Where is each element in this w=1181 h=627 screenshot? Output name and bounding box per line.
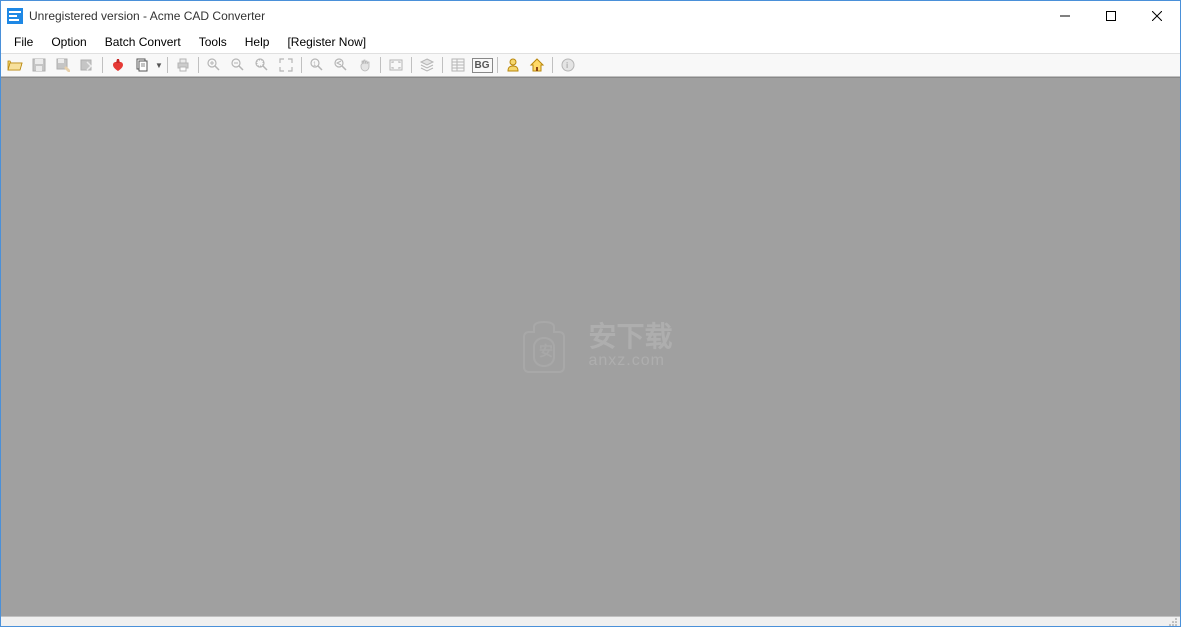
print-icon <box>175 57 191 73</box>
properties-button[interactable] <box>447 55 469 75</box>
print-button[interactable] <box>172 55 194 75</box>
menu-register-now[interactable]: [Register Now] <box>278 33 375 51</box>
resize-grip[interactable] <box>1166 617 1178 627</box>
full-screen-icon <box>388 57 404 73</box>
export-icon <box>79 57 95 73</box>
zoom-real-icon: 1 <box>309 57 325 73</box>
svg-text:i: i <box>566 61 568 70</box>
background-button[interactable]: BG <box>471 55 493 75</box>
zoom-out-button[interactable] <box>227 55 249 75</box>
pan-icon <box>357 57 373 73</box>
watermark-en: anxz.com <box>588 351 672 370</box>
zoom-window-icon <box>254 57 270 73</box>
menu-file[interactable]: File <box>5 33 42 51</box>
zoom-previous-icon <box>333 57 349 73</box>
help-icon: i <box>560 57 576 73</box>
full-screen-button[interactable] <box>385 55 407 75</box>
window-title: Unregistered version - Acme CAD Converte… <box>29 9 265 23</box>
statusbar <box>1 616 1180 626</box>
dropdown-arrow-icon[interactable]: ▼ <box>154 61 164 70</box>
zoom-in-button[interactable] <box>203 55 225 75</box>
home-icon <box>529 57 545 73</box>
open-icon <box>7 57 23 73</box>
watermark: 安 安下载 anxz.com <box>508 312 672 382</box>
pan-button[interactable] <box>354 55 376 75</box>
background-label: BG <box>472 58 493 73</box>
pdf-icon <box>110 57 126 73</box>
menu-batch-convert[interactable]: Batch Convert <box>96 33 190 51</box>
save-icon <box>31 57 47 73</box>
user-icon <box>505 57 521 73</box>
home-button[interactable] <box>526 55 548 75</box>
copy-button[interactable] <box>131 55 153 75</box>
save-button[interactable] <box>28 55 50 75</box>
work-area: 安 安下载 anxz.com <box>1 77 1180 616</box>
save-as-button[interactable] <box>52 55 74 75</box>
toolbar: ▼ <box>1 53 1180 77</box>
copy-dropdown[interactable]: ▼ <box>130 55 164 75</box>
layers-icon <box>419 57 435 73</box>
zoom-in-icon <box>206 57 222 73</box>
svg-text:安: 安 <box>538 343 552 359</box>
menu-tools[interactable]: Tools <box>190 33 236 51</box>
menubar: File Option Batch Convert Tools Help [Re… <box>1 31 1180 53</box>
zoom-window-button[interactable] <box>251 55 273 75</box>
close-button[interactable] <box>1134 1 1180 31</box>
titlebar: Unregistered version - Acme CAD Converte… <box>1 1 1180 31</box>
copy-icon <box>134 57 150 73</box>
open-button[interactable] <box>4 55 26 75</box>
user-button[interactable] <box>502 55 524 75</box>
zoom-real-button[interactable]: 1 <box>306 55 328 75</box>
pdf-button[interactable] <box>107 55 129 75</box>
save-as-icon <box>55 57 71 73</box>
menu-option[interactable]: Option <box>42 33 95 51</box>
app-icon <box>7 8 23 24</box>
watermark-logo-icon: 安 <box>508 312 578 382</box>
window-controls <box>1042 1 1180 31</box>
properties-icon <box>450 57 466 73</box>
watermark-cn: 安下载 <box>588 323 672 351</box>
zoom-prev-button[interactable] <box>330 55 352 75</box>
zoom-extents-icon <box>278 57 294 73</box>
zoom-out-icon <box>230 57 246 73</box>
maximize-button[interactable] <box>1088 1 1134 31</box>
zoom-extents-button[interactable] <box>275 55 297 75</box>
help-button[interactable]: i <box>557 55 579 75</box>
layers-button[interactable] <box>416 55 438 75</box>
minimize-button[interactable] <box>1042 1 1088 31</box>
export-button[interactable] <box>76 55 98 75</box>
menu-help[interactable]: Help <box>236 33 279 51</box>
